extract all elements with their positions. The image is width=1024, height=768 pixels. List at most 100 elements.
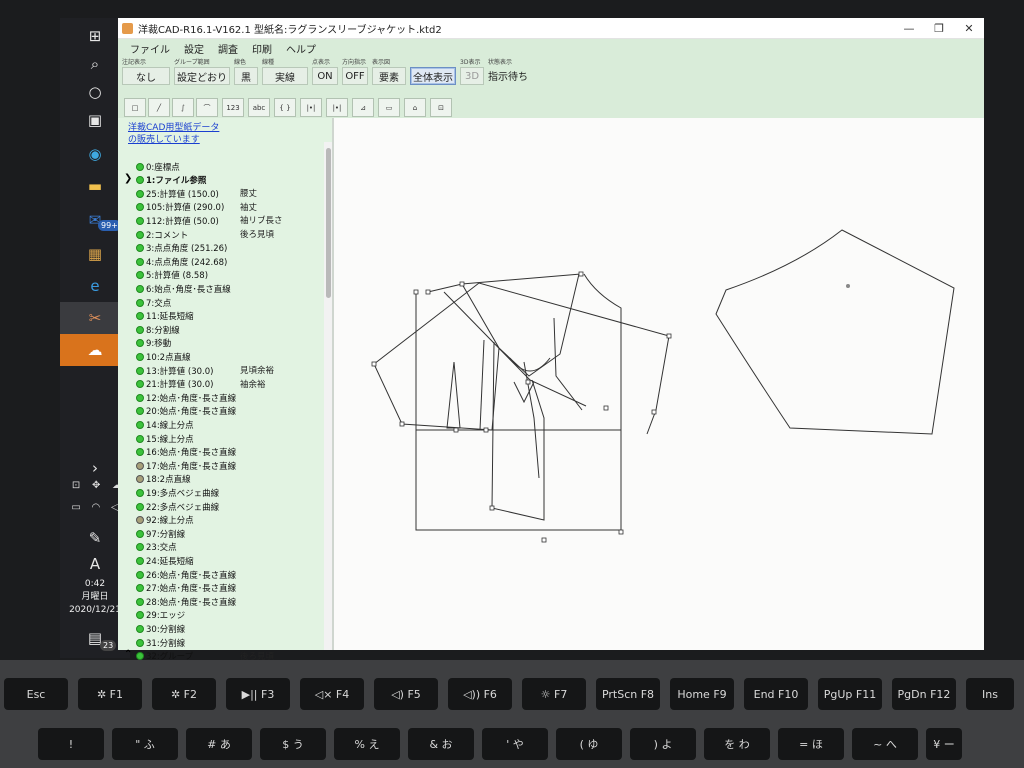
canvas-mark [846, 284, 850, 288]
close-button[interactable]: ✕ [954, 22, 984, 35]
tree-item-label: 27:始点･角度･長さ直線 [146, 584, 237, 595]
angle-tool-button[interactable]: ⊿ [352, 98, 374, 117]
menu-print[interactable]: 印刷 [252, 41, 272, 56]
annotation-display-button[interactable]: なし [122, 67, 170, 85]
tree-item-label: 26:始点･角度･長さ直線 [146, 570, 237, 581]
tree-item[interactable]: 20:始点･角度･長さ直線 [136, 405, 236, 418]
tree-item-label: 21:計算値 (30.0) [146, 380, 214, 391]
keyboard-key: ✲ F2 [152, 678, 216, 710]
collapse-arrow-icon[interactable]: ⌃ [124, 649, 132, 660]
line-color-button[interactable]: 黒 [234, 67, 258, 85]
menu-inspect[interactable]: 調査 [218, 41, 238, 56]
group-range-button[interactable]: 設定どおり [174, 67, 230, 85]
tree-item[interactable]: 105:計算値 (290.0) [136, 201, 224, 214]
tree-item[interactable]: 0:座標点 [136, 160, 180, 173]
fit-all-button[interactable]: 全体表示 [410, 67, 456, 85]
element-status-icon [136, 352, 144, 361]
element-status-icon [136, 638, 144, 647]
menu-help[interactable]: ヘルプ [286, 41, 316, 56]
tree-item[interactable]: 22:多点ベジェ曲線 [136, 500, 219, 513]
tree-item[interactable]: 13:計算値 (30.0) [136, 364, 213, 377]
tree-item-label: 112:計算値 (50.0) [146, 216, 219, 227]
tree-item[interactable]: 7:交点 [136, 296, 171, 309]
element-status-icon [136, 570, 144, 579]
drawing-canvas[interactable] [334, 118, 984, 650]
tree-item[interactable]: 12:始点･角度･長さ直線 [136, 391, 236, 404]
tree-item[interactable]: 92:線上分点 [136, 514, 194, 527]
battery-icon[interactable]: ▭ [71, 502, 80, 513]
tree-item[interactable]: 97:分割線 [136, 527, 185, 540]
tree-item[interactable]: 27:始点･角度･長さ直線 [136, 582, 236, 595]
wifi-icon[interactable]: ◠ [92, 502, 101, 513]
tree-item[interactable]: 17:始点･角度･長さ直線 [136, 459, 236, 472]
line-tool-button[interactable]: ╱ [148, 98, 170, 117]
tree-item[interactable]: 26:始点･角度･長さ直線 [136, 568, 236, 581]
dart-tool-button[interactable]: ⌂ [404, 98, 426, 117]
rectangle-tool-button[interactable]: □ [124, 98, 146, 117]
element-status-icon [136, 543, 144, 552]
minimize-button[interactable]: — [894, 22, 924, 35]
tree-item[interactable]: 21:計算値 (30.0) [136, 378, 213, 391]
tree-item[interactable]: 11:延長短縮 [136, 310, 194, 323]
pattern-drawing [371, 229, 955, 543]
tree-item[interactable]: 16:始点･角度･長さ直線 [136, 446, 236, 459]
tree-scrollbar-thumb[interactable] [326, 148, 331, 298]
keyboard-key: PgUp F11 [818, 678, 882, 710]
tree-item[interactable]: 10:2点直線 [136, 350, 191, 363]
raglan-jacket-body-pattern [373, 273, 670, 531]
dropbox-icon[interactable]: ✥ [92, 480, 100, 491]
tree-item[interactable]: 15:線上分点 [136, 432, 194, 445]
arc-tool-button[interactable]: ⌒ [196, 98, 218, 117]
maximize-button[interactable]: ❐ [924, 22, 954, 35]
3d-display-button[interactable]: 3D [460, 67, 484, 85]
export-tool-button[interactable]: ⊡ [430, 98, 452, 117]
3d-display-group: 3D表示 3D [458, 56, 486, 94]
tree-item-note: 袖丈 [240, 202, 258, 213]
tree-item[interactable]: 14:線上分点 [136, 418, 194, 431]
tree-item[interactable]: 19:多点ベジェ曲線 [136, 486, 219, 499]
tree-item[interactable]: 6:始点･角度･長さ直線 [136, 282, 231, 295]
current-item-arrow-icon: ❯ [124, 172, 133, 184]
tree-item[interactable]: 31:分割線 [136, 636, 185, 649]
tree-item[interactable]: 4:点点角度 (242.68) [136, 255, 227, 268]
direction-button[interactable]: OFF [342, 67, 368, 85]
tree-item-label: 2:コメント [146, 230, 189, 241]
raglan-sleeve-pattern [715, 229, 955, 435]
element-status-icon [136, 488, 144, 497]
pattern-data-link[interactable]: 洋裁CAD用型紙データ の販売しています [128, 122, 219, 146]
line-type-button[interactable]: 実線 [262, 67, 308, 85]
menu-settings[interactable]: 設定 [184, 41, 204, 56]
tree-item[interactable]: 8:分割線 [136, 323, 180, 336]
laptop-keyboard: Esc ✲ F1 ✲ F2 ▶|| F3 ◁× F4 ◁) F5 ◁)) F6 ☼ F7 Prt… [0, 660, 1024, 768]
menu-file[interactable]: ファイル [130, 41, 170, 56]
tree-item[interactable]: 29:エッジ [136, 609, 185, 622]
text-tool-button[interactable]: abc [248, 98, 270, 117]
meet-now-icon[interactable]: ⊡ [72, 480, 80, 491]
tree-item[interactable]: 23:交点 [136, 541, 177, 554]
display-view-button[interactable]: 要素 [372, 67, 406, 85]
tree-item[interactable]: 18:2点直線 [136, 473, 191, 486]
shape-tool-button[interactable]: ▭ [378, 98, 400, 117]
element-status-icon [136, 339, 144, 348]
element-status-icon [136, 448, 144, 457]
point-display-button[interactable]: ON [312, 67, 338, 85]
tree-item[interactable]: 25:計算値 (150.0) [136, 187, 219, 200]
curve-tool-button[interactable]: ∫ [172, 98, 194, 117]
keyboard-key: ! [38, 728, 104, 760]
tree-item[interactable]: 5:計算値 (8.58) [136, 269, 208, 282]
tree-item[interactable]: 112:計算値 (50.0) [136, 214, 219, 227]
keyboard-key: Esc [4, 678, 68, 710]
tree-item[interactable]: 9:移動 [136, 337, 171, 350]
tree-item-label: 17:始点･角度･長さ直線 [146, 461, 237, 472]
tree-item[interactable]: 3:点点角度 (251.26) [136, 242, 227, 255]
measure-tool-button[interactable]: |•| [300, 98, 322, 117]
tree-item[interactable]: 2:コメント [136, 228, 188, 241]
tree-item[interactable]: 30:分割線 [136, 622, 185, 635]
tree-item[interactable]: 28:始点･角度･長さ直線 [136, 595, 236, 608]
number-tool-button[interactable]: 123 [222, 98, 244, 117]
tree-item-label: 7:交点 [146, 298, 172, 309]
tree-item[interactable]: 24:延長短縮 [136, 554, 194, 567]
measure-alt-tool-button[interactable]: |•| [326, 98, 348, 117]
bracket-tool-button[interactable]: { } [274, 98, 296, 117]
tree-item[interactable]: 1:ファイル参照 [136, 174, 206, 187]
